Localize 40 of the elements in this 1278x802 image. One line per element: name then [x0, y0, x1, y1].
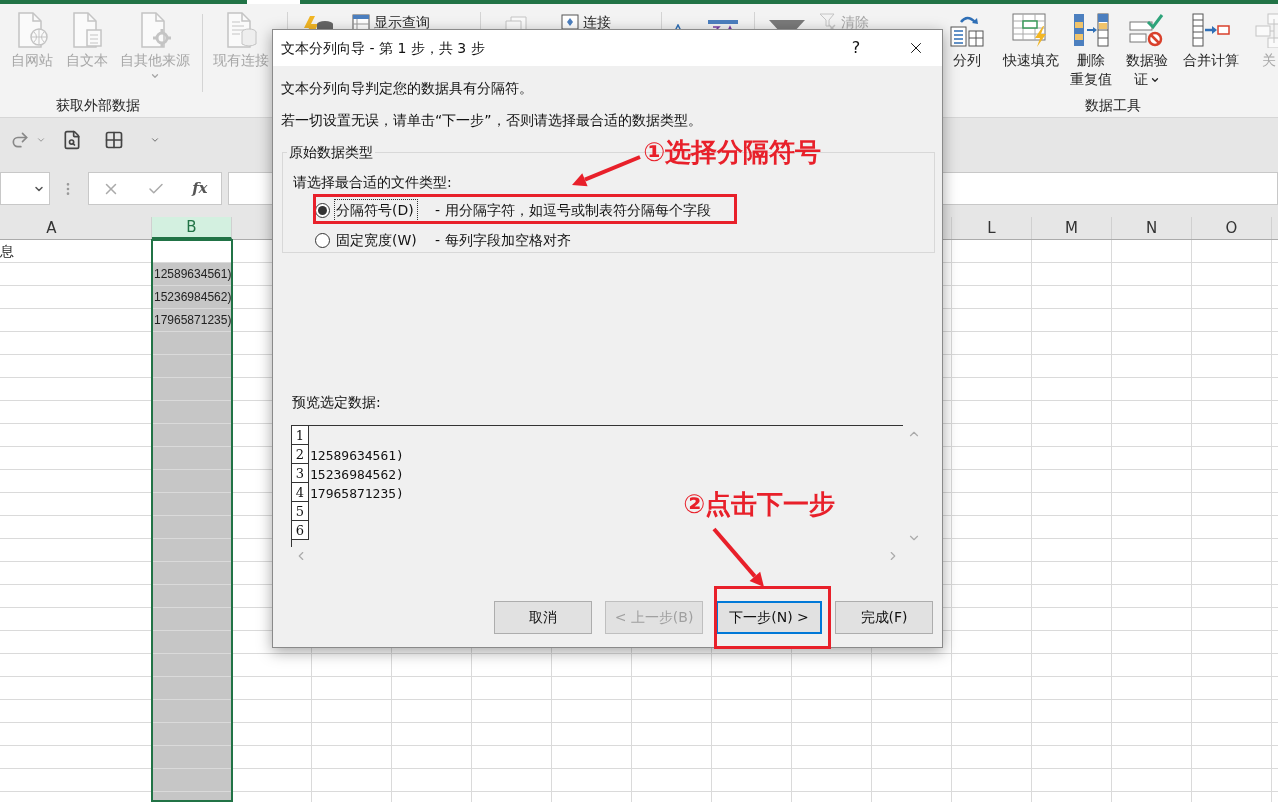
- column-header[interactable]: L: [952, 217, 1032, 239]
- ribbon-button[interactable]: 删除 重复值: [1065, 4, 1117, 89]
- line-number: 3: [292, 464, 309, 483]
- column-header[interactable]: O: [1192, 217, 1272, 239]
- intro-text: 文本分列向导判定您的数据具有分隔符。: [281, 79, 533, 98]
- ribbon-button[interactable]: 合并计算: [1179, 4, 1243, 70]
- ribbon-button[interactable]: 连接: [561, 12, 611, 33]
- help-button[interactable]: ?: [836, 36, 876, 60]
- insert-function-button[interactable]: fx: [192, 177, 208, 200]
- group-label: 原始数据类型: [288, 143, 374, 161]
- instruction-text: 若一切设置无误，请单击“下一步”，否则请选择最合适的数据类型。: [281, 111, 702, 130]
- dialog-button[interactable]: 取消: [494, 601, 592, 634]
- ribbon-button[interactable]: 分列: [945, 4, 989, 70]
- group-label: 获取外部数据: [56, 96, 140, 114]
- annotation-text: ①选择分隔符号: [643, 136, 821, 168]
- option-description: - 用分隔字符，如逗号或制表符分隔每个字段: [435, 200, 711, 220]
- cell-text: 息: [0, 243, 14, 259]
- column-header[interactable]: N: [1112, 217, 1192, 239]
- dialog-button[interactable]: 下一步(N) >: [716, 601, 822, 634]
- preview-text: 12589634561): [310, 448, 404, 464]
- preview-text: 17965871235): [310, 486, 404, 502]
- radio-label[interactable]: 固定宽度(W): [335, 229, 417, 251]
- annotation-text: ②点击下一步: [683, 488, 835, 520]
- ribbon-button[interactable]: 快速填充: [999, 4, 1063, 70]
- dialog-button[interactable]: 完成(F): [835, 601, 933, 634]
- ribbon-button[interactable]: 数据验 证: [1119, 4, 1175, 89]
- line-number: 1: [292, 426, 309, 445]
- line-number: 4: [292, 483, 309, 502]
- line-number: 2: [292, 445, 309, 464]
- column-header[interactable]: B: [152, 217, 232, 239]
- prompt-text: 请选择最合适的文件类型:: [293, 173, 452, 191]
- sheet-cell[interactable]: 息: [0, 240, 152, 263]
- preview-text: 15236984562): [310, 467, 404, 483]
- line-number: 6: [292, 521, 309, 540]
- column-header[interactable]: M: [1032, 217, 1112, 239]
- group-label: 数据工具: [1085, 96, 1141, 114]
- preview-label: 预览选定数据:: [292, 393, 381, 411]
- line-number: 5: [292, 502, 309, 521]
- dialog-title: 文本分列向导 - 第 1 步，共 3 步: [281, 38, 486, 58]
- option-description: - 每列字段加空格对齐: [435, 230, 571, 250]
